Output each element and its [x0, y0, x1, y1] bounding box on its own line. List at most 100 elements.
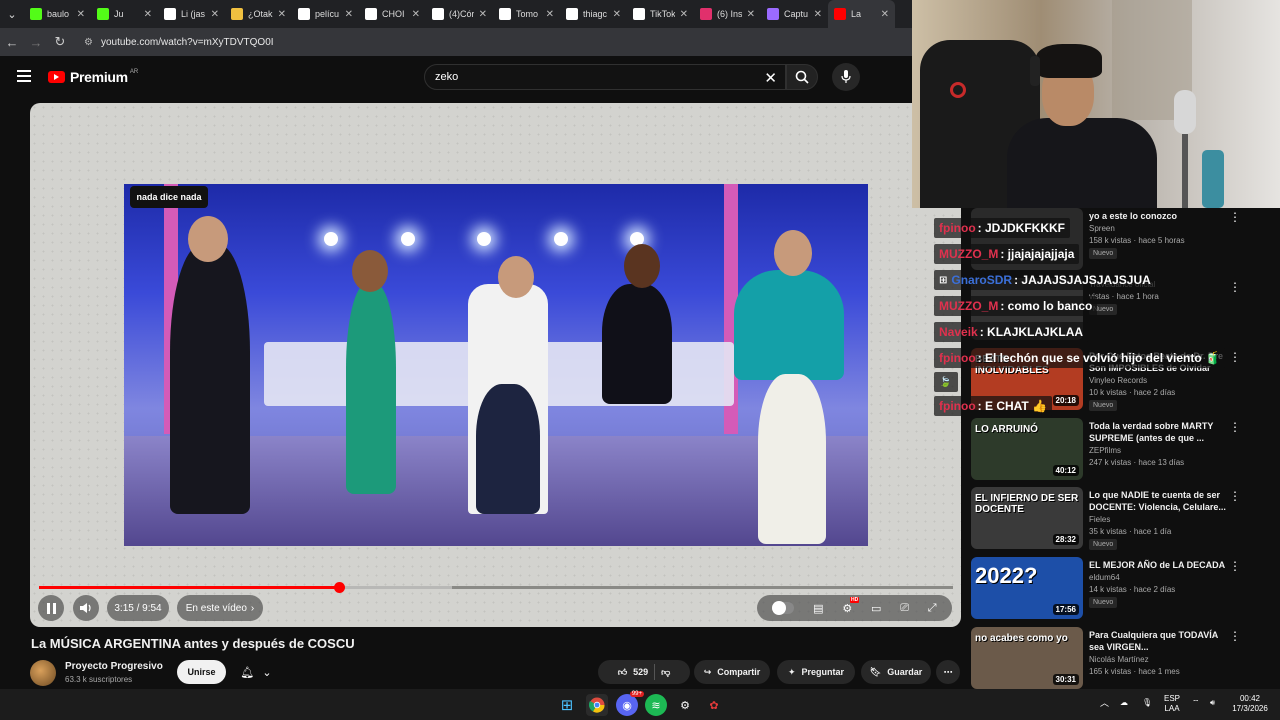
video-thumbnail[interactable]: 2022? 17:56 — [971, 557, 1083, 619]
chat-text: : como lo banco — [1000, 299, 1093, 313]
chevron-right-icon: › — [250, 602, 255, 614]
close-tab-icon[interactable]: ✕ — [814, 9, 822, 20]
volume-button[interactable] — [73, 595, 99, 621]
subtitles-icon[interactable]: ▤ — [813, 602, 823, 615]
settings-icon[interactable]: ⚙ HD — [842, 596, 860, 615]
tray-chevron-icon[interactable]: ︿ — [1100, 698, 1109, 708]
instagram-icon — [700, 8, 712, 20]
video-frame[interactable]: nada dice nada — [124, 184, 868, 546]
clock[interactable]: 00:42 17/3/2026 — [1226, 694, 1274, 714]
more-vertical-icon[interactable]: ⋮ — [1229, 489, 1241, 503]
browser-tab[interactable]: (6) Ins ✕ — [694, 0, 761, 28]
speaker-icon[interactable]: 🔊︎ — [1210, 698, 1215, 708]
network-app-icon[interactable]: ☁ — [1120, 698, 1128, 708]
close-tab-icon[interactable]: ✕ — [546, 9, 554, 20]
tab-search-chevron-icon[interactable]: ⌄ — [0, 0, 24, 28]
browser-tab[interactable]: pelícu ✕ — [292, 0, 359, 28]
close-tab-icon[interactable]: ✕ — [479, 9, 487, 20]
close-tab-icon[interactable]: ✕ — [613, 9, 621, 20]
like-button[interactable]: 👍︎ 529 — [618, 667, 648, 678]
discord-icon[interactable]: ◉ 99+ — [616, 691, 644, 716]
chat-text: : jjajajajajjaja — [1000, 247, 1075, 261]
recommended-video[interactable]: no acabes como yo 30:31 Para Cualquiera qu… — [971, 627, 1271, 689]
wifi-icon[interactable]: ⌔ — [1192, 698, 1200, 708]
browser-tab[interactable]: Captu ✕ — [761, 0, 828, 28]
cast-icon[interactable]: ⎚ — [900, 602, 909, 615]
close-tab-icon[interactable]: ✕ — [144, 9, 152, 20]
fullscreen-icon[interactable]: ⤢ — [928, 602, 937, 615]
join-button[interactable]: Unirse — [177, 660, 226, 684]
mic-tray-icon[interactable]: 🎙︎ — [1142, 698, 1152, 708]
browser-tab[interactable]: ¿Otak ✕ — [225, 0, 292, 28]
recommended-video[interactable]: LO ARRUINÓ 40:12 Toda la verdad sobre MART… — [971, 418, 1271, 480]
theater-mode-icon[interactable]: ▭ — [871, 602, 881, 615]
chat-text: : JDJDKFKKKF — [977, 221, 1065, 235]
close-tab-icon[interactable]: ✕ — [345, 9, 353, 20]
video-thumbnail[interactable]: EL INFIERNO DE SER DOCENTE 28:32 — [971, 487, 1083, 549]
spotify-icon[interactable]: ≋ — [645, 694, 667, 716]
pause-button[interactable] — [38, 595, 64, 621]
recommended-video[interactable]: EL INFIERNO DE SER DOCENTE 28:32 Lo que NA… — [971, 487, 1271, 550]
video-thumbnail[interactable]: no acabes como yo 30:31 — [971, 627, 1083, 689]
ask-button[interactable]: ✦ Preguntar — [777, 660, 855, 684]
steam-icon[interactable]: ⚙ — [674, 694, 696, 716]
browser-tab[interactable]: La ✕ — [828, 0, 895, 28]
browser-tab[interactable]: baulo ✕ — [24, 0, 91, 28]
recommended-video[interactable]: 2022? 17:56 EL MEJOR AÑO de LA DECADA eldum… — [971, 557, 1271, 619]
channel-name[interactable]: Nicolás Martínez — [1089, 655, 1149, 664]
video-title[interactable]: Toda la verdad sobre MARTY SUPREME (ante… — [1089, 420, 1229, 444]
browser-tab[interactable]: TikTok ✕ — [627, 0, 694, 28]
url-field[interactable]: ⚙ youtube.com/watch?v=mXyTDVTQO0I — [78, 31, 912, 53]
close-tab-icon[interactable]: ✕ — [881, 9, 889, 20]
channel-name[interactable]: Proyecto Progresivo — [65, 661, 163, 672]
browser-tab[interactable]: Li (jas ✕ — [158, 0, 225, 28]
close-tab-icon[interactable]: ✕ — [412, 9, 420, 20]
browser-tab[interactable]: thiagc ✕ — [560, 0, 627, 28]
close-tab-icon[interactable]: ✕ — [77, 9, 85, 20]
chrome-icon[interactable] — [586, 694, 608, 716]
more-actions-button[interactable]: ⋯ — [936, 660, 960, 684]
channel-name[interactable]: Fieles — [1089, 515, 1110, 524]
notifications-button[interactable]: 🔔︎ ⌄ — [232, 660, 280, 684]
back-arrow-icon[interactable]: ← — [0, 28, 24, 56]
forward-arrow-icon[interactable]: → — [24, 28, 48, 56]
browser-tab[interactable]: CHOI ✕ — [359, 0, 426, 28]
browser-tab[interactable]: Tomo ✕ — [493, 0, 560, 28]
close-tab-icon[interactable]: ✕ — [278, 9, 286, 20]
site-info-icon[interactable]: ⚙ — [84, 37, 93, 48]
windows-start-icon[interactable]: ⊞ — [556, 694, 578, 716]
reload-icon[interactable]: ↻ — [48, 28, 72, 56]
clear-search-icon[interactable]: ✕ — [764, 69, 777, 87]
video-title[interactable]: Lo que NADIE te cuenta de ser DOCENTE: V… — [1089, 489, 1229, 513]
share-button[interactable]: ↪ Compartir — [694, 660, 770, 684]
chapters-button[interactable]: En este vídeo › — [177, 595, 263, 621]
scrubber-handle[interactable] — [333, 582, 345, 593]
close-tab-icon[interactable]: ✕ — [680, 9, 688, 20]
video-title[interactable]: EL MEJOR AÑO de LA DECADA — [1089, 559, 1229, 571]
video-meta: 35 k vistas · hace 1 día — [1089, 527, 1172, 536]
channel-avatar[interactable] — [30, 660, 56, 686]
voice-search-button[interactable] — [832, 63, 860, 91]
menu-icon[interactable] — [17, 70, 31, 82]
browser-tab[interactable]: (4)Cór ✕ — [426, 0, 493, 28]
video-thumbnail[interactable]: LO ARRUINÓ 40:12 — [971, 418, 1083, 480]
more-vertical-icon[interactable]: ⋮ — [1229, 629, 1241, 643]
language-indicator[interactable]: ESP LAA — [1164, 694, 1180, 714]
video-progress-bar[interactable] — [39, 582, 953, 593]
more-vertical-icon[interactable]: ⋮ — [1229, 420, 1241, 434]
autoplay-toggle[interactable] — [772, 601, 795, 615]
channel-name[interactable]: eldum64 — [1089, 573, 1120, 582]
browser-tab[interactable]: Ju ✕ — [91, 0, 158, 28]
search-input[interactable]: zeko ✕ — [424, 64, 786, 90]
close-tab-icon[interactable]: ✕ — [747, 9, 755, 20]
save-button[interactable]: 🔖︎ Guardar — [861, 660, 931, 684]
close-tab-icon[interactable]: ✕ — [211, 9, 219, 20]
youtube-logo[interactable]: Premium AR — [48, 69, 138, 85]
video-title[interactable]: Para Cualquiera que TODAVÍA sea VIRGEN..… — [1089, 629, 1229, 653]
app-icon[interactable]: ✿ — [703, 694, 725, 716]
channel-name[interactable]: ZEPfilms — [1089, 446, 1121, 455]
video-player[interactable]: nada dice nada — [30, 103, 961, 627]
more-vertical-icon[interactable]: ⋮ — [1229, 559, 1241, 573]
search-button[interactable] — [786, 64, 818, 90]
dislike-button[interactable]: 👎︎ — [661, 667, 670, 678]
